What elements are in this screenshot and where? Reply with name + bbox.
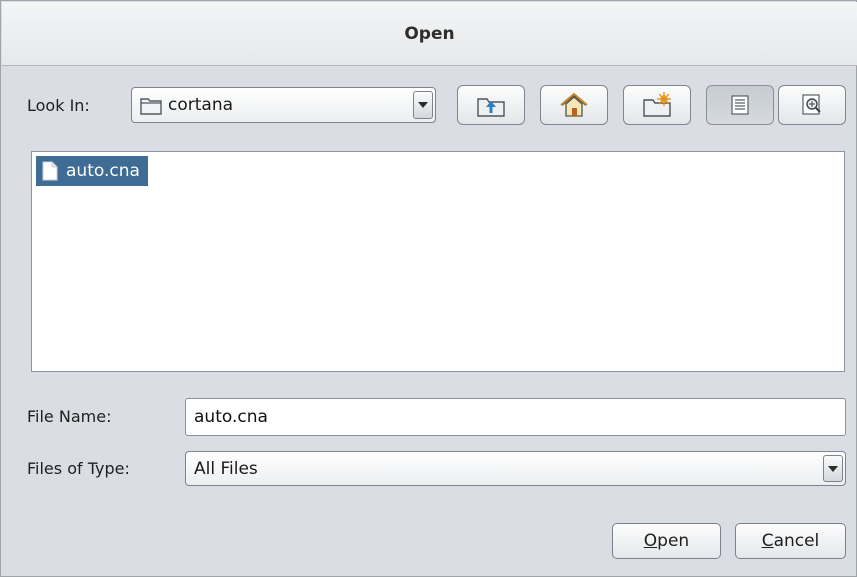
file-list[interactable]: auto.cna xyxy=(31,151,845,372)
look-in-value: cortana xyxy=(168,95,234,115)
list-view-icon xyxy=(731,95,749,115)
chevron-down-icon xyxy=(828,465,838,472)
cancel-button-mnemonic: C xyxy=(761,531,774,551)
cancel-button-label: ancel xyxy=(773,531,820,551)
look-in-dropdown-button[interactable] xyxy=(413,91,433,119)
folder-up-icon xyxy=(477,98,505,117)
chevron-down-icon xyxy=(418,102,428,108)
open-dialog: Open Look In: cortana auto.cna File Name… xyxy=(0,0,857,577)
file-item-label: auto.cna xyxy=(66,161,140,181)
look-in-label: Look In: xyxy=(27,96,90,115)
open-button-label: pen xyxy=(657,531,690,551)
details-view-button[interactable] xyxy=(778,85,846,125)
look-in-combo[interactable]: cortana xyxy=(131,87,436,123)
up-one-level-button[interactable] xyxy=(457,85,525,125)
file-type-label: Files of Type: xyxy=(27,459,130,478)
file-type-dropdown-button[interactable] xyxy=(823,455,843,482)
open-button-mnemonic: O xyxy=(643,531,658,551)
folder-icon xyxy=(140,98,162,115)
home-button[interactable] xyxy=(540,85,608,125)
file-type-value: All Files xyxy=(194,458,258,479)
file-icon xyxy=(42,161,58,181)
open-button[interactable]: Open xyxy=(612,523,721,559)
title-bar[interactable]: Open xyxy=(2,2,857,66)
file-type-combo[interactable]: All Files xyxy=(185,451,846,486)
file-item-auto-cna[interactable]: auto.cna xyxy=(36,156,148,186)
new-folder-icon xyxy=(643,92,671,117)
file-name-label: File Name: xyxy=(27,407,112,426)
home-icon xyxy=(560,92,588,117)
new-folder-button[interactable] xyxy=(623,85,691,125)
list-view-button[interactable] xyxy=(706,85,774,125)
dialog-title: Open xyxy=(404,23,455,44)
details-view-icon xyxy=(802,94,821,115)
cancel-button[interactable]: Cancel xyxy=(735,523,846,559)
file-name-input[interactable] xyxy=(185,398,846,436)
